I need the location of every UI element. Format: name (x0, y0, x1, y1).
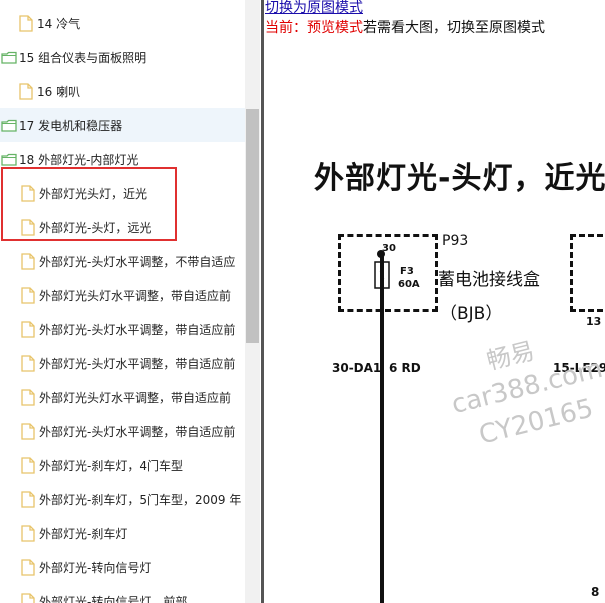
junction-box-code: （BJB） (440, 304, 503, 324)
tree-file-item[interactable]: 外部灯光-头灯水平调整，带自适应前 (0, 346, 245, 380)
connector-outline-right (570, 234, 605, 312)
tree-item-label: 外部灯光-转向信号灯 (39, 560, 152, 575)
connector-label: P93 (442, 233, 469, 249)
file-icon (21, 252, 35, 270)
file-icon (21, 456, 35, 474)
folder-icon (1, 51, 17, 64)
tree-item-label: 外部灯光头灯水平调整，带自适应前 (39, 288, 232, 303)
bottom-pin-label: 8 (591, 585, 600, 599)
tree-item-label: 14 冷气 (37, 16, 81, 31)
folder-icon (1, 153, 17, 166)
tree-folder-item[interactable]: 18 外部灯光-内部灯光 (0, 142, 245, 176)
tree-file-item[interactable]: 外部灯光-刹车灯 (0, 516, 245, 550)
watermark-line1: 畅易 (483, 336, 538, 376)
switch-to-original-link[interactable]: 切换为原图模式 (265, 0, 363, 17)
right-pin-label: 13 (586, 315, 602, 328)
tree-file-item[interactable]: 外部灯光头灯，近光 (0, 176, 245, 210)
tree-file-item[interactable]: 外部灯光-刹车灯，5门车型，2009 年 (0, 482, 245, 516)
tree-item-label: 15 组合仪表与面板照明 (19, 50, 147, 65)
tree-file-item[interactable]: 外部灯光-头灯，远光 (0, 210, 245, 244)
tree-file-item[interactable]: 外部灯光-头灯水平调整，不带自适应 (0, 244, 245, 278)
preview-mode-notice: 当前：预览模式若需看大图，切换至原图模式 (265, 17, 545, 37)
tree-item-label: 外部灯光-刹车灯 (39, 526, 128, 541)
file-icon (21, 592, 35, 603)
tree-panel: 14 冷气 15 组合仪表与面板照明 16 喇叭 17 发电机和稳压器 18 外部灯光-… (0, 0, 245, 603)
tree-item-label: 16 喇叭 (37, 84, 81, 99)
file-icon (21, 354, 35, 372)
file-icon (21, 184, 35, 202)
file-icon (21, 286, 35, 304)
tree-item-label: 外部灯光-头灯水平调整，不带自适应 (39, 254, 236, 269)
file-icon (21, 558, 35, 576)
file-icon (21, 490, 35, 508)
tree-scrollbar-thumb[interactable] (246, 109, 259, 343)
tree-item-label: 外部灯光头灯水平调整，带自适应前 (39, 390, 232, 405)
tree-item-label: 外部灯光头灯，近光 (39, 186, 148, 201)
tree-file-item[interactable]: 外部灯光-转向信号灯 (0, 550, 245, 584)
tree-file-item[interactable]: 外部灯光头灯水平调整，带自适应前 (0, 278, 245, 312)
file-icon (21, 422, 35, 440)
folder-icon (1, 119, 17, 132)
wire-left-label: 30-DA1 (332, 361, 382, 375)
tree-item-label: 外部灯光-刹车灯，5门车型，2009 年 (39, 492, 242, 507)
tree-item-label: 外部灯光-头灯水平调整，带自适应前 (39, 356, 236, 371)
file-icon (21, 218, 35, 236)
file-icon (19, 82, 33, 100)
tree-file-item[interactable]: 外部灯光-刹车灯，4门车型 (0, 448, 245, 482)
file-icon (21, 320, 35, 338)
tree-file-item[interactable]: 外部灯光-头灯水平调整，带自适应前 (0, 414, 245, 448)
diagram-title: 外部灯光-头灯，近光 (314, 161, 605, 196)
file-icon (19, 14, 33, 32)
tree-file-item[interactable]: 外部灯光-头灯水平调整，带自适应前 (0, 312, 245, 346)
wire-color-label: 6 RD (389, 361, 421, 375)
fuse-id-label: F3 (400, 266, 414, 277)
tree-item-label: 外部灯光-头灯水平调整，带自适应前 (39, 424, 236, 439)
pin-top-label: 30 (382, 243, 396, 254)
tree-item-label: 18 外部灯光-内部灯光 (19, 152, 139, 167)
file-icon (21, 388, 35, 406)
fuse-rating-label: 60A (398, 279, 420, 290)
tree-item-label: 外部灯光-刹车灯，4门车型 (39, 458, 183, 473)
tree-item-label: 17 发电机和稳压器 (19, 118, 123, 133)
notice-hint-text: 若需看大图，切换至原图模式 (363, 20, 545, 36)
content-panel: 切换为原图模式 当前：预览模式若需看大图，切换至原图模式 外部灯光-头灯，近光 … (264, 0, 605, 603)
tree-item-label: 外部灯光-头灯，远光 (39, 220, 152, 235)
tree-file-item[interactable]: 16 喇叭 (0, 74, 245, 108)
tree-folder-item[interactable]: 15 组合仪表与面板照明 (0, 40, 245, 74)
tree-file-item[interactable]: 外部灯光-转向信号灯，前部 (0, 584, 245, 603)
tree-item-label: 外部灯光-转向信号灯，前部 (39, 594, 188, 603)
junction-box-name: 蓄电池接线盒 (438, 270, 540, 290)
tree-file-item[interactable]: 14 冷气 (0, 6, 245, 40)
notice-mode-text: 当前：预览模式 (265, 20, 363, 36)
tree-file-item[interactable]: 外部灯光头灯水平调整，带自适应前 (0, 380, 245, 414)
tree-item-label: 外部灯光-头灯水平调整，带自适应前 (39, 322, 236, 337)
wire-line (380, 252, 384, 603)
file-icon (21, 524, 35, 542)
tree-folder-item[interactable]: 17 发电机和稳压器 (0, 108, 245, 142)
